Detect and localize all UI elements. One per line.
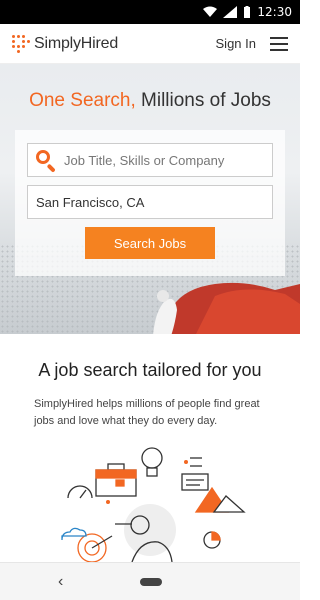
sign-in-link[interactable]: Sign In — [216, 36, 256, 51]
wifi-icon — [203, 6, 218, 17]
tagline: A job search tailored for you — [38, 360, 262, 380]
clock: 12:30 — [257, 5, 292, 19]
keyword-input[interactable]: Job Title, Skills or Company — [27, 143, 273, 177]
simplyhired-logo[interactable]: SimplyHired — [12, 34, 119, 53]
hamburger-menu-icon[interactable] — [270, 36, 288, 51]
job-search-illustration — [61, 447, 246, 562]
signal-icon — [223, 6, 238, 18]
brand-name: SimplyHired — [34, 34, 119, 52]
hero-title-accent: One Search, — [29, 90, 136, 111]
cape-figure-image — [153, 282, 300, 334]
status-bar: 12:30 — [0, 0, 300, 24]
app-header: SimplyHired Sign In — [0, 24, 300, 64]
hero-title-rest: Millions of Jobs — [135, 90, 271, 111]
location-input[interactable]: San Francisco, CA — [27, 185, 273, 219]
search-icon — [34, 148, 58, 173]
description: SimplyHired helps millions of people fin… — [34, 398, 260, 427]
battery-icon — [244, 6, 251, 18]
hero-section: One Search, Millions of Jobs Job Title, … — [0, 64, 300, 334]
search-jobs-button[interactable]: Search Jobs — [85, 227, 215, 259]
back-icon[interactable]: ‹ — [58, 573, 63, 591]
home-pill-icon[interactable] — [140, 578, 162, 586]
search-card: Job Title, Skills or Company San Francis… — [15, 130, 285, 276]
keyword-placeholder: Job Title, Skills or Company — [64, 152, 225, 168]
android-nav-bar: ‹ — [0, 562, 300, 600]
hero-title: One Search, Millions of Jobs — [0, 90, 300, 112]
logo-dots-icon — [12, 34, 30, 53]
